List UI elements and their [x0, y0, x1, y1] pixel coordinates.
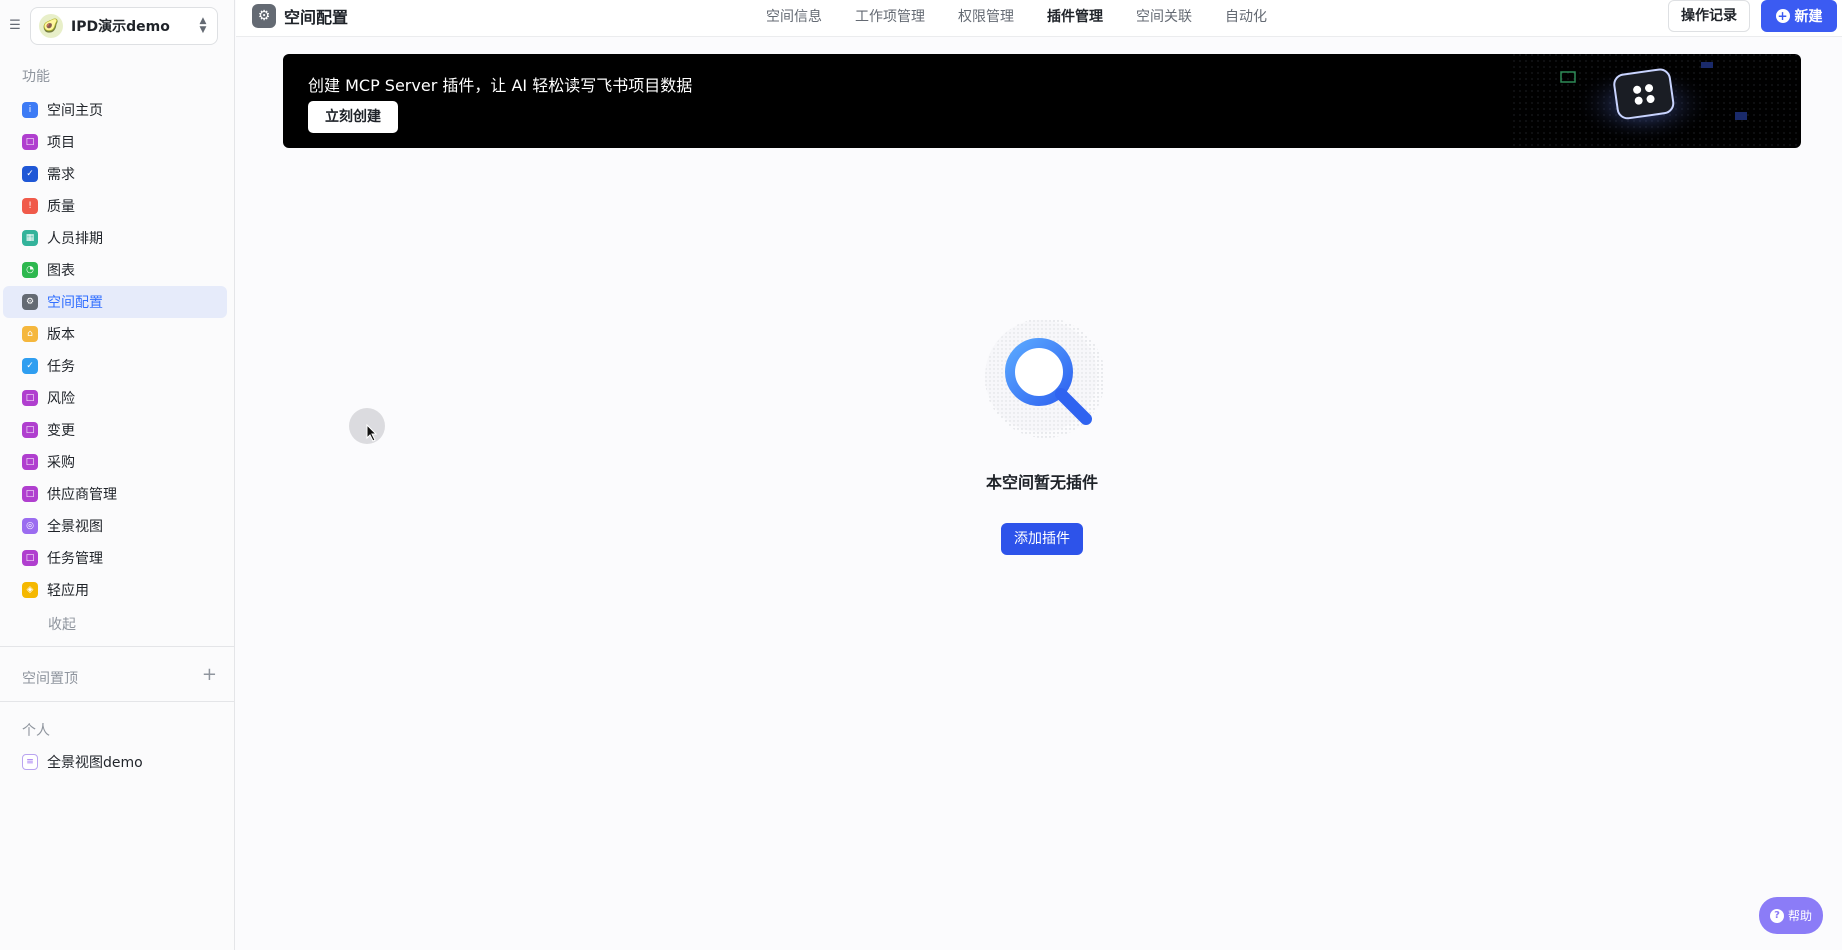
- sidebar-item[interactable]: ! 质量: [3, 190, 227, 222]
- section-label-pinned: 空间置顶: [22, 671, 78, 687]
- sidebar-item-label: 空间主页: [47, 103, 103, 119]
- question-icon: ?: [1769, 908, 1784, 923]
- mcp-banner: 创建 MCP Server 插件，让 AI 轻松读写飞书项目数据 立刻创建: [283, 54, 1801, 148]
- section-label-personal: 个人: [22, 723, 50, 739]
- sidebar-item-panorama-demo[interactable]: ≡ 全景视图demo: [3, 746, 227, 778]
- sidebar-top: ☰ 🥑 IPD演示demo ▲ ▼: [0, 0, 235, 52]
- sidebar-item-label: 质量: [47, 199, 75, 215]
- sidebar-item-label: 版本: [47, 327, 75, 343]
- calendar-icon: ▦: [22, 230, 38, 246]
- space-name: IPD演示demo: [71, 19, 170, 35]
- sidebar-item-label: 供应商管理: [47, 487, 117, 503]
- gear-icon: ⚙: [252, 4, 276, 28]
- collapse-sidebar-icon[interactable]: ☰: [6, 17, 24, 35]
- chevron-updown-icon: ▲ ▼: [199, 16, 207, 35]
- sidebar-item[interactable]: □ 变更: [3, 414, 227, 446]
- banner-text: 创建 MCP Server 插件，让 AI 轻松读写飞书项目数据: [308, 76, 693, 95]
- tab[interactable]: 自动化: [1225, 6, 1267, 26]
- operation-log-button[interactable]: 操作记录: [1668, 0, 1750, 32]
- check-circle-icon: ✓: [22, 166, 38, 182]
- sidebar-item[interactable]: □ 风险: [3, 382, 227, 414]
- sidebar-item-label: 图表: [47, 263, 75, 279]
- new-button-label: 新建: [1794, 9, 1823, 25]
- add-plugin-button[interactable]: 添加插件: [1001, 523, 1083, 555]
- sidebar-item[interactable]: ⚙ 空间配置: [3, 286, 227, 318]
- bookmark-icon: □: [22, 390, 38, 406]
- bookmark-icon: □: [22, 454, 38, 470]
- config-tabs: 空间信息 工作项管理 权限管理 插件管理 空间关联 自动化: [766, 0, 1300, 32]
- sidebar-nav: i 空间主页 □ 项目 ✓ 需求! 质量 ▦ 人员排期 ◔ 图表 ⚙ 空间配置 ⌂ 版本 ✓ 任务 □ 风险 □ 变更 □…: [0, 94, 235, 640]
- empty-illustration: [981, 316, 1105, 440]
- top-header: ⚙ 空间配置 空间信息 工作项管理 权限管理 插件管理 空间关联 自动化 操作记录 + 新…: [236, 0, 1842, 37]
- sidebar-item-label: 变更: [47, 423, 75, 439]
- sidebar: ☰ 🥑 IPD演示demo ▲ ▼ 功能 i 空间主页 □ 项目 ✓ 需求! 质量 ▦ 人员排期 ◔…: [0, 0, 235, 950]
- sidebar-item[interactable]: □ 采购: [3, 446, 227, 478]
- help-label: 帮助: [1787, 909, 1812, 923]
- bookmark-icon: □: [22, 134, 38, 150]
- check-circle-icon: ✓: [22, 358, 38, 374]
- plus-circle-icon: +: [1775, 9, 1790, 23]
- sidebar-item-label: 风险: [47, 391, 75, 407]
- space-switcher[interactable]: 🥑 IPD演示demo ▲ ▼: [30, 7, 218, 45]
- app-root: ☰ 🥑 IPD演示demo ▲ ▼ 功能 i 空间主页 □ 项目 ✓ 需求! 质量 ▦ 人员排期 ◔…: [0, 0, 1842, 950]
- sidebar-item[interactable]: □ 供应商管理: [3, 478, 227, 510]
- section-label-function: 功能: [22, 69, 50, 85]
- chart-icon: ◔: [22, 262, 38, 278]
- sidebar-item-label: 任务: [47, 359, 75, 375]
- sidebar-item-label: 空间配置: [47, 295, 103, 311]
- tab[interactable]: 空间关联: [1136, 6, 1192, 26]
- sidebar-item[interactable]: □ 任务管理: [3, 542, 227, 574]
- add-pin-icon[interactable]: +: [202, 665, 217, 685]
- sidebar-item[interactable]: ⌂ 版本: [3, 318, 227, 350]
- sidebar-item[interactable]: i 空间主页: [3, 94, 227, 126]
- gear-icon: ⚙: [22, 294, 38, 310]
- info-icon: i: [22, 102, 38, 118]
- bookmark-icon: □: [22, 486, 38, 502]
- magnifier-icon: [985, 318, 1105, 438]
- list-icon: ≡: [22, 754, 38, 770]
- tab[interactable]: 插件管理: [1047, 6, 1103, 26]
- cursor-pointer-icon: [366, 424, 378, 442]
- page-title-group: ⚙ 空间配置: [252, 4, 348, 28]
- tab[interactable]: 工作项管理: [855, 6, 925, 26]
- bookmark-icon: □: [22, 422, 38, 438]
- app-icon: ◈: [22, 582, 38, 598]
- collapse-nav-button[interactable]: 收起: [0, 608, 235, 640]
- sidebar-item[interactable]: ◎ 全景视图: [3, 510, 227, 542]
- sidebar-item[interactable]: ▦ 人员排期: [3, 222, 227, 254]
- sidebar-item[interactable]: ◔ 图表: [3, 254, 227, 286]
- new-button[interactable]: + 新建: [1761, 0, 1837, 32]
- alert-icon: !: [22, 198, 38, 214]
- personal-nav: ≡ 全景视图demo: [0, 746, 235, 778]
- sidebar-item-label: 轻应用: [47, 583, 89, 599]
- sidebar-item-label: 人员排期: [47, 231, 103, 247]
- help-button[interactable]: ? 帮助: [1759, 897, 1823, 934]
- sidebar-item-label: 任务管理: [47, 551, 103, 567]
- tab[interactable]: 权限管理: [958, 6, 1014, 26]
- banner-illustration: [1513, 54, 1801, 148]
- sidebar-item-label: 全景视图demo: [47, 755, 143, 771]
- empty-message: 本空间暂无插件: [985, 473, 1098, 492]
- page-title: 空间配置: [284, 8, 349, 27]
- divider: [0, 646, 235, 647]
- pinned-section: 空间置顶 +: [0, 662, 235, 692]
- avocado-icon: 🥑: [39, 14, 63, 38]
- divider: [0, 701, 235, 702]
- sidebar-item-label: 全景视图: [47, 519, 103, 535]
- bookmark-icon: □: [22, 550, 38, 566]
- sidebar-item[interactable]: □ 项目: [3, 126, 227, 158]
- panorama-icon: ◎: [22, 518, 38, 534]
- sidebar-item[interactable]: ◈ 轻应用: [3, 574, 227, 606]
- sidebar-item-label: 采购: [47, 455, 75, 471]
- sidebar-item-label: 需求: [47, 167, 75, 183]
- sidebar-item[interactable]: ✓ 需求: [3, 158, 227, 190]
- sidebar-item[interactable]: ✓ 任务: [3, 350, 227, 382]
- tag-icon: ⌂: [22, 326, 38, 342]
- tab[interactable]: 空间信息: [766, 6, 822, 26]
- sidebar-item-label: 项目: [47, 135, 75, 151]
- create-now-button[interactable]: 立刻创建: [308, 101, 398, 133]
